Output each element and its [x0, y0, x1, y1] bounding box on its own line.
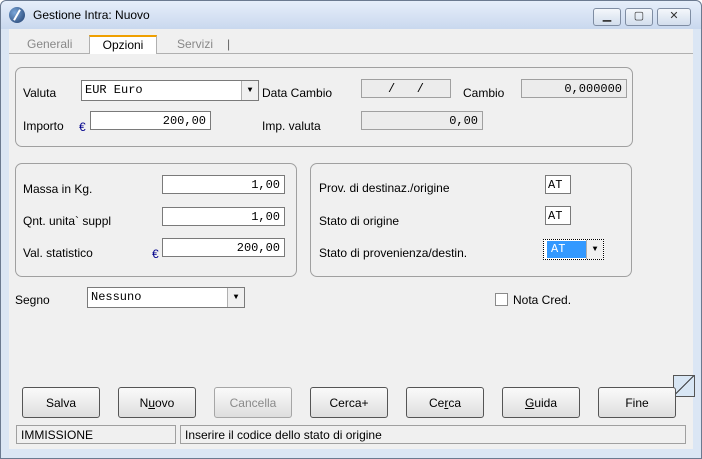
val-stat-field[interactable]: 200,00 [162, 238, 285, 257]
stato-origine-label: Stato di origine [319, 214, 400, 228]
stato-prov-label: Stato di provenienza/destin. [319, 246, 468, 260]
prov-label: Prov. di destinaz./origine [319, 181, 450, 195]
status-message: Inserire il codice dello stato di origin… [180, 425, 686, 444]
euro-icon: € [79, 120, 86, 134]
nota-cred-label: Nota Cred. [513, 293, 572, 307]
data-cambio-label: Data Cambio [262, 86, 333, 100]
segno-value: Nessuno [91, 290, 142, 304]
euro-icon: € [152, 247, 159, 261]
prov-field[interactable]: AT [545, 175, 571, 194]
chevron-down-icon[interactable]: ▼ [586, 240, 603, 259]
window-title: Gestione Intra: Nuovo [33, 8, 150, 22]
chevron-down-icon[interactable]: ▼ [227, 288, 244, 307]
valuta-value: EUR Euro [85, 83, 143, 97]
cerca-button[interactable]: Cerca [406, 387, 484, 418]
stato-origine-field[interactable]: AT [545, 206, 571, 225]
stato-prov-select[interactable]: AT ▼ [543, 239, 604, 260]
data-cambio-field[interactable]: / / [361, 79, 451, 98]
nuovo-button[interactable]: Nuovo [118, 387, 196, 418]
chevron-down-icon[interactable]: ▼ [241, 81, 258, 100]
client-area: Generali Opzioni Servizi | Valuta EUR Eu… [9, 29, 695, 449]
massa-field[interactable]: 1,00 [162, 175, 285, 194]
resize-grip-icon[interactable] [673, 375, 695, 397]
options-panel: Valuta EUR Euro ▼ Data Cambio / / Cambio… [15, 54, 691, 374]
close-button[interactable]: ✕ [657, 8, 691, 26]
guida-button[interactable]: Guida [502, 387, 580, 418]
valuta-label: Valuta [23, 86, 57, 100]
stato-prov-value: AT [547, 241, 587, 258]
val-stat-label: Val. statistico [23, 246, 93, 260]
tab-generali[interactable]: Generali [27, 37, 72, 51]
valuta-select[interactable]: EUR Euro ▼ [81, 80, 259, 101]
imp-valuta-label: Imp. valuta [262, 119, 321, 133]
cerca-plus-button[interactable]: Cerca+ [310, 387, 388, 418]
segno-select[interactable]: Nessuno ▼ [87, 287, 245, 308]
title-bar[interactable]: Gestione Intra: Nuovo ▁ ▢ ✕ [1, 1, 701, 29]
nota-cred-checkbox[interactable] [495, 293, 508, 306]
importo-field[interactable]: 200,00 [90, 111, 211, 130]
app-window: Gestione Intra: Nuovo ▁ ▢ ✕ Generali Opz… [0, 0, 702, 459]
qnt-field[interactable]: 1,00 [162, 207, 285, 226]
massa-label: Massa in Kg. [23, 182, 93, 196]
segno-label: Segno [15, 293, 50, 307]
tab-opzioni[interactable]: Opzioni [89, 35, 157, 55]
cambio-label: Cambio [463, 86, 505, 100]
tab-servizi[interactable]: Servizi [177, 37, 213, 51]
maximize-button[interactable]: ▢ [625, 8, 653, 26]
app-icon[interactable] [9, 7, 25, 23]
status-mode: IMMISSIONE [16, 425, 176, 444]
qnt-label: Qnt. unita` suppl [23, 214, 112, 228]
tab-bar: Generali Opzioni Servizi | [9, 35, 693, 55]
fine-button[interactable]: Fine [598, 387, 676, 418]
minimize-icon: ▁ [602, 10, 612, 22]
imp-valuta-field[interactable]: 0,00 [361, 111, 483, 130]
tab-separator: | [227, 37, 231, 51]
importo-label: Importo [23, 119, 64, 133]
maximize-icon: ▢ [633, 10, 645, 22]
cambio-field[interactable]: 0,000000 [521, 79, 627, 98]
salva-button[interactable]: Salva [22, 387, 100, 418]
minimize-button[interactable]: ▁ [593, 8, 621, 26]
close-icon: ✕ [669, 10, 679, 22]
cancella-button[interactable]: Cancella [214, 387, 292, 418]
